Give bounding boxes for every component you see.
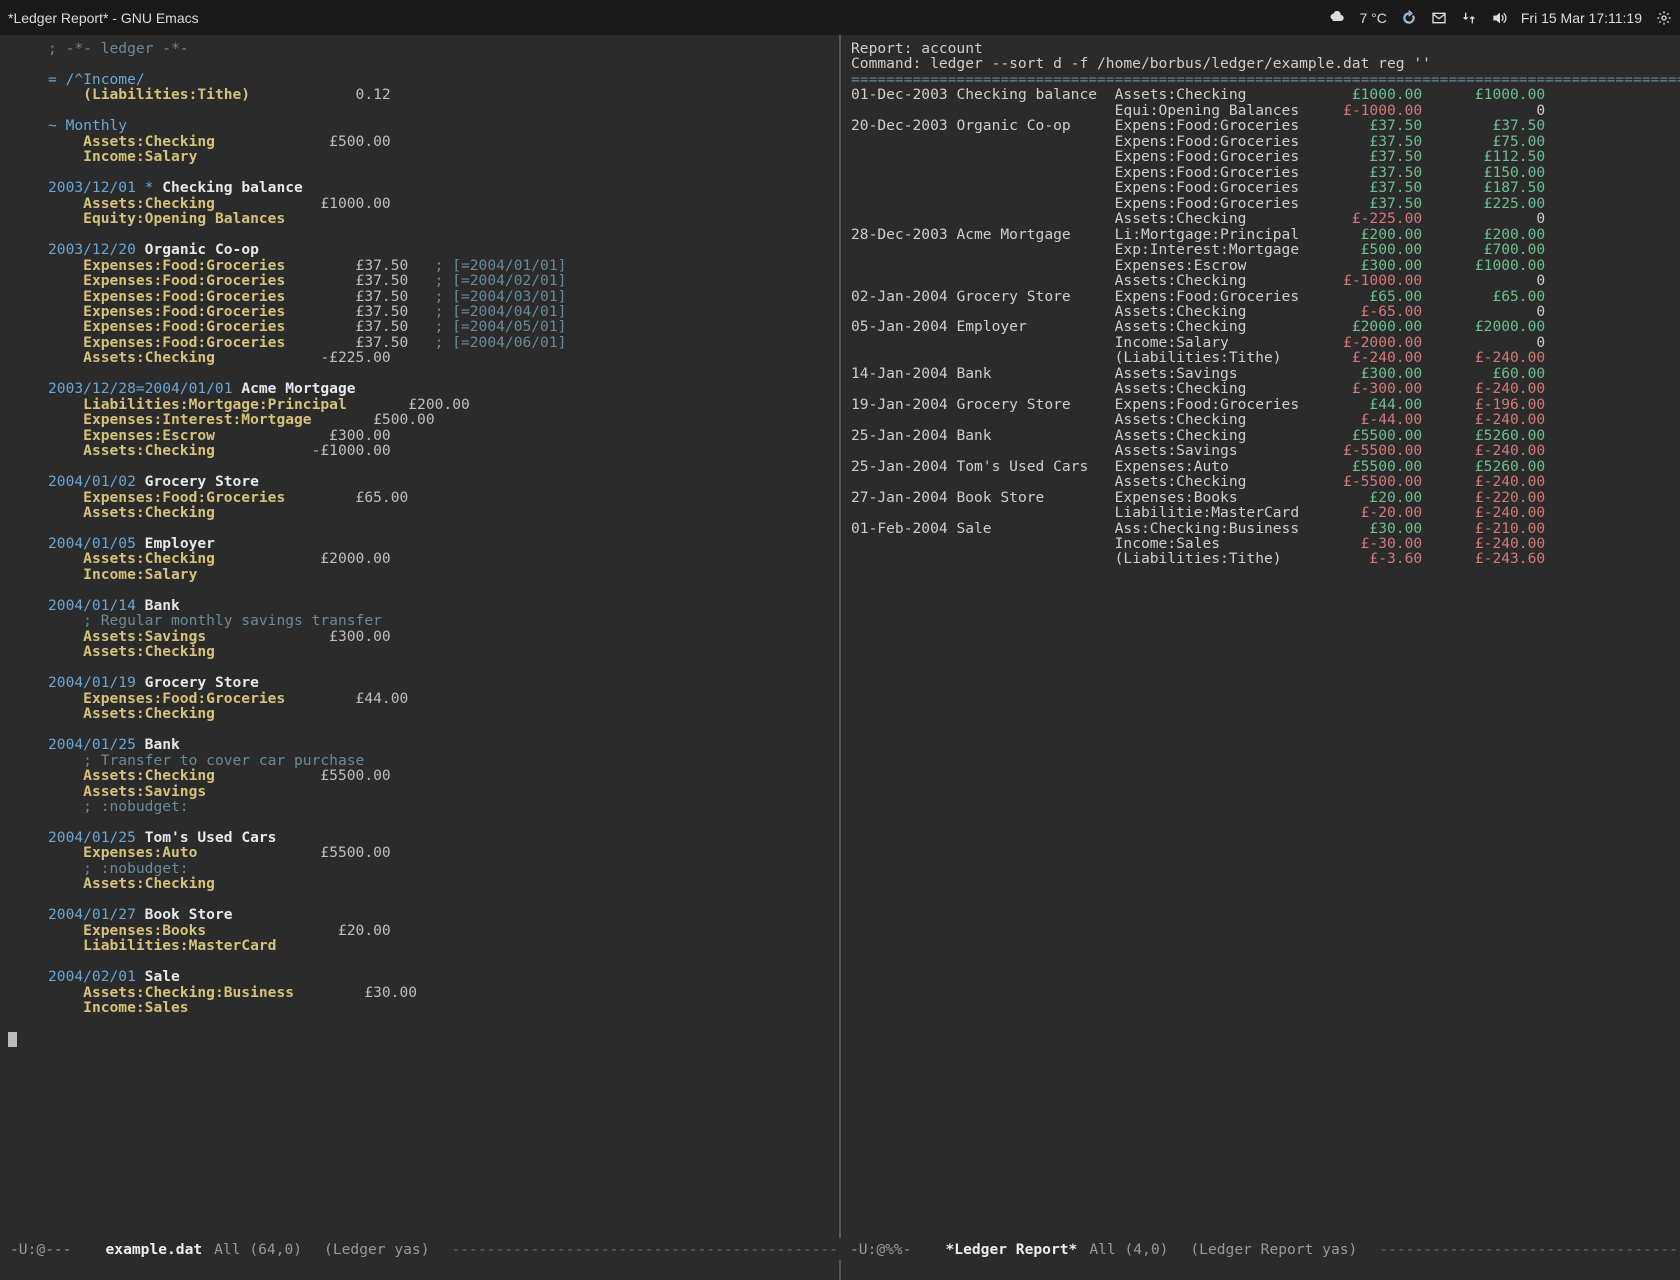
modeline-fill: ----------------------------------------… xyxy=(1379,1241,1680,1258)
volume-icon[interactable] xyxy=(1491,10,1507,26)
modeline-status: -U:@%%- xyxy=(850,1241,912,1258)
modeline-position: All (4,0) xyxy=(1089,1241,1168,1258)
modeline-buffer-name: *Ledger Report* xyxy=(946,1241,1078,1258)
modeline-right[interactable]: -U:@%%- *Ledger Report* All (4,0) (Ledge… xyxy=(840,1238,1680,1260)
ledger-report-buffer[interactable]: Report: accountCommand: ledger --sort d … xyxy=(841,35,1680,567)
modeline-buffer-name: example.dat xyxy=(106,1241,203,1258)
left-pane[interactable]: ; -*- ledger -*- = /^Income/ (Liabilitie… xyxy=(0,35,839,1280)
weather-icon xyxy=(1329,10,1345,26)
system-tray: 7 °C Fri 15 Mar 17:11:19 xyxy=(1329,10,1672,26)
modeline-position: All (64,0) xyxy=(214,1241,302,1258)
refresh-icon[interactable] xyxy=(1401,10,1417,26)
modeline-modes: (Ledger Report yas) xyxy=(1190,1241,1357,1258)
weather-text: 7 °C xyxy=(1359,10,1386,26)
modeline-status: -U:@--- xyxy=(10,1241,72,1258)
mail-icon[interactable] xyxy=(1431,10,1447,26)
window-title: *Ledger Report* - GNU Emacs xyxy=(8,10,199,26)
emacs-frame: ; -*- ledger -*- = /^Income/ (Liabilitie… xyxy=(0,35,1680,1280)
network-icon[interactable] xyxy=(1461,10,1477,26)
modeline-left[interactable]: -U:@--- example.dat All (64,0) (Ledger y… xyxy=(0,1238,840,1260)
clock-text: Fri 15 Mar 17:11:19 xyxy=(1521,10,1642,26)
modeline-modes: (Ledger yas) xyxy=(324,1241,429,1258)
gear-icon[interactable] xyxy=(1656,10,1672,26)
titlebar: *Ledger Report* - GNU Emacs 7 °C Fri 15 … xyxy=(0,0,1680,35)
right-pane[interactable]: Report: accountCommand: ledger --sort d … xyxy=(841,35,1680,1280)
modeline-row: -U:@--- example.dat All (64,0) (Ledger y… xyxy=(0,1238,1680,1260)
text-cursor xyxy=(8,1032,17,1047)
ledger-source-buffer[interactable]: ; -*- ledger -*- = /^Income/ (Liabilitie… xyxy=(0,35,839,1047)
modeline-fill: ----------------------------------------… xyxy=(451,1241,840,1258)
